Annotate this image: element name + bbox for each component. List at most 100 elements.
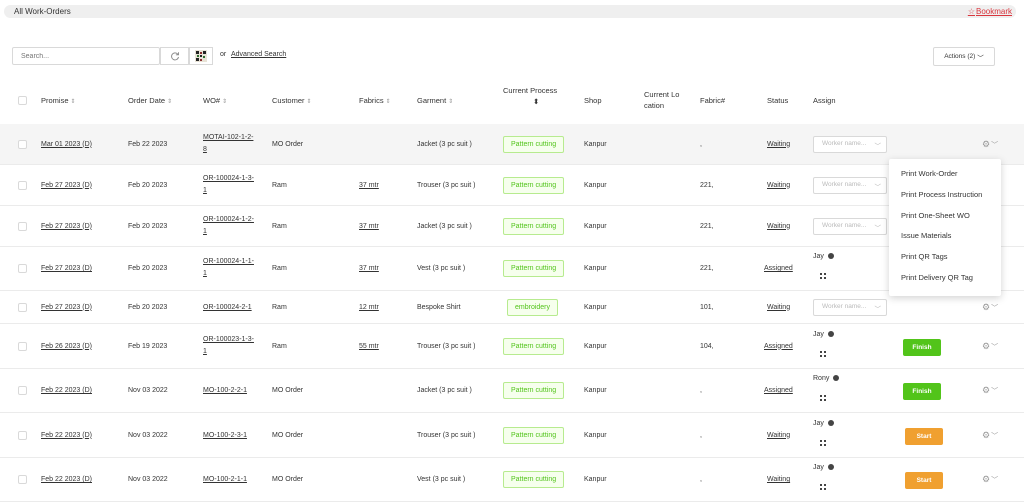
fabrics-link[interactable]: 55 mtr xyxy=(359,341,379,353)
status-link[interactable]: Waiting xyxy=(767,180,790,192)
table-row[interactable]: Feb 22 2023 (D) Nov 03 2022 MO-100-2-3-1 MO… xyxy=(0,413,1024,458)
work-order-link[interactable]: MOTAI-102-1-2- 8 xyxy=(203,132,253,156)
menu-item-issue-materials[interactable]: Issue Materials xyxy=(889,226,1001,247)
finish-button[interactable]: Finish xyxy=(903,383,941,400)
grid-icon[interactable] xyxy=(820,395,826,401)
remove-assignee-icon[interactable] xyxy=(827,464,834,471)
header-wo[interactable]: WO# ⇕ xyxy=(203,95,227,108)
row-settings-button[interactable]: ⚙﹀ xyxy=(982,385,998,396)
status-link[interactable]: Waiting xyxy=(767,139,790,151)
start-button[interactable]: Start xyxy=(905,427,943,445)
promise-date-link[interactable]: Feb 22 2023 (D) xyxy=(41,474,92,486)
table-row[interactable]: Feb 22 2023 (D) Nov 03 2022 MO-100-2-1-1 MO… xyxy=(0,458,1024,502)
promise-date-link[interactable]: Feb 26 2023 (D) xyxy=(41,341,92,353)
work-order-link[interactable]: MO-100-2-2-1 xyxy=(203,385,247,397)
select-all-checkbox[interactable] xyxy=(18,96,27,105)
fabrics-link[interactable]: 37 mtr xyxy=(359,263,379,275)
table-row[interactable]: Feb 22 2023 (D) Nov 03 2022 MO-100-2-2-1 MO… xyxy=(0,369,1024,413)
header-order-date[interactable]: Order Date ⇕ xyxy=(128,95,172,108)
header-fabrics[interactable]: Fabrics ⇕ xyxy=(359,95,391,108)
garment-name: Jacket (3 pc suit ) xyxy=(417,222,472,230)
promise-date-link[interactable]: Feb 27 2023 (D) xyxy=(41,263,92,275)
actions-dropdown-button[interactable]: Actions (2) ﹀ xyxy=(933,47,995,66)
row-settings-button[interactable]: ⚙﹀ xyxy=(982,302,998,313)
work-order-link[interactable]: OR-100024-2-1 xyxy=(203,302,252,314)
table-row[interactable]: Feb 27 2023 (D) Feb 20 2023 OR-100024-1-1-… xyxy=(0,247,1024,291)
menu-item-print-one-sheet-wo[interactable]: Print One-Sheet WO xyxy=(889,206,1001,227)
worker-select[interactable]: Worker name... ﹀ xyxy=(813,135,887,153)
worker-select[interactable]: Worker name... ﹀ xyxy=(813,176,887,194)
refresh-button[interactable] xyxy=(160,47,189,65)
table-row[interactable]: Feb 27 2023 (D) Feb 20 2023 OR-100024-1-2-… xyxy=(0,206,1024,247)
work-order-link[interactable]: OR-100024-1-2- 1 xyxy=(203,214,254,238)
row-checkbox[interactable] xyxy=(18,221,27,231)
worker-select[interactable]: Worker name... ﹀ xyxy=(813,298,887,316)
refresh-icon xyxy=(170,52,179,61)
grid-icon[interactable] xyxy=(820,439,826,446)
promise-date-link[interactable]: Feb 27 2023 (D) xyxy=(41,180,92,192)
table-row[interactable]: Feb 27 2023 (D) Feb 20 2023 OR-100024-1-3-… xyxy=(0,165,1024,206)
row-checkbox[interactable] xyxy=(18,180,27,190)
work-order-link[interactable]: OR-100023-1-3- 1 xyxy=(203,334,254,358)
work-order-link[interactable]: OR-100024-1-3- 1 xyxy=(203,173,254,197)
worker-select-placeholder: Worker name... xyxy=(822,180,867,188)
fabrics-link[interactable]: 37 mtr xyxy=(359,180,379,192)
header-customer[interactable]: Customer ⇕ xyxy=(272,95,312,108)
promise-date-link[interactable]: Feb 22 2023 (D) xyxy=(41,385,92,397)
work-order-link[interactable]: MO-100-2-1-1 xyxy=(203,474,247,486)
fabrics-link[interactable]: 37 mtr xyxy=(359,221,379,233)
grid-icon[interactable] xyxy=(820,273,826,279)
table-row[interactable]: Mar 01 2023 (D) Feb 22 2023 MOTAI-102-1-2-… xyxy=(0,124,1024,165)
chevron-down-icon: ﹀ xyxy=(991,304,999,312)
row-checkbox[interactable] xyxy=(18,475,27,484)
gear-icon: ⚙ xyxy=(982,301,991,312)
status-link[interactable]: Waiting xyxy=(767,302,790,314)
row-checkbox[interactable] xyxy=(18,264,27,273)
row-checkbox[interactable] xyxy=(18,341,27,351)
qr-scan-button[interactable] xyxy=(189,47,213,65)
status-link[interactable]: Assigned xyxy=(764,385,793,397)
grid-icon[interactable] xyxy=(820,350,826,357)
row-checkbox[interactable] xyxy=(18,139,27,149)
header-garment[interactable]: Garment ⇕ xyxy=(417,95,453,108)
remove-assignee-icon[interactable] xyxy=(833,375,840,382)
status-link[interactable]: Waiting xyxy=(767,474,790,486)
status-link[interactable]: Assigned xyxy=(764,341,793,353)
row-checkbox[interactable] xyxy=(18,386,27,395)
row-settings-button[interactable]: ⚙﹀ xyxy=(982,139,998,150)
status-link[interactable]: Waiting xyxy=(767,221,790,233)
work-order-link[interactable]: MO-100-2-3-1 xyxy=(203,430,247,442)
menu-item-print-qr-tags[interactable]: Print QR Tags xyxy=(889,247,1001,268)
status-link[interactable]: Waiting xyxy=(767,430,790,442)
header-promise[interactable]: Promise ⇕ xyxy=(41,95,76,108)
shop-name: Kanpur xyxy=(584,387,607,394)
start-button[interactable]: Start xyxy=(905,472,943,489)
promise-date-link[interactable]: Feb 27 2023 (D) xyxy=(41,221,92,233)
finish-button[interactable]: Finish xyxy=(903,338,941,356)
fabrics-link[interactable]: 12 mtr xyxy=(359,302,379,314)
search-input[interactable] xyxy=(12,47,160,65)
promise-date-link[interactable]: Mar 01 2023 (D) xyxy=(41,139,92,151)
row-settings-button[interactable]: ⚙﹀ xyxy=(982,341,998,352)
status-link[interactable]: Assigned xyxy=(764,263,793,275)
table-row[interactable]: Feb 27 2023 (D) Feb 20 2023 OR-100024-2-1 R… xyxy=(0,291,1024,324)
grid-icon[interactable] xyxy=(820,484,826,490)
advanced-search-link[interactable]: Advanced Search xyxy=(231,51,286,58)
menu-item-print-work-order[interactable]: Print Work-Order xyxy=(889,164,1001,185)
work-order-link[interactable]: OR-100024-1-1- 1 xyxy=(203,256,254,280)
table-row[interactable]: Feb 26 2023 (D) Feb 19 2023 OR-100023-1-3-… xyxy=(0,324,1024,369)
row-settings-button[interactable]: ⚙﹀ xyxy=(982,474,998,485)
row-checkbox[interactable] xyxy=(18,430,27,440)
menu-item-print-delivery-qr-tag[interactable]: Print Delivery QR Tag xyxy=(889,268,1001,289)
header-current-process[interactable]: Current Process ⬍ xyxy=(503,85,557,107)
bookmark-link[interactable]: ☆Bookmark xyxy=(968,7,1012,16)
remove-assignee-icon[interactable] xyxy=(827,253,834,260)
menu-item-print-process-instruction[interactable]: Print Process Instruction xyxy=(889,185,1001,206)
promise-date-link[interactable]: Feb 27 2023 (D) xyxy=(41,302,92,314)
promise-date-link[interactable]: Feb 22 2023 (D) xyxy=(41,430,92,442)
row-settings-button[interactable]: ⚙﹀ xyxy=(982,430,998,441)
row-checkbox[interactable] xyxy=(18,302,27,312)
remove-assignee-icon[interactable] xyxy=(827,419,834,426)
remove-assignee-icon[interactable] xyxy=(827,330,834,337)
worker-select[interactable]: Worker name... ﹀ xyxy=(813,217,887,235)
